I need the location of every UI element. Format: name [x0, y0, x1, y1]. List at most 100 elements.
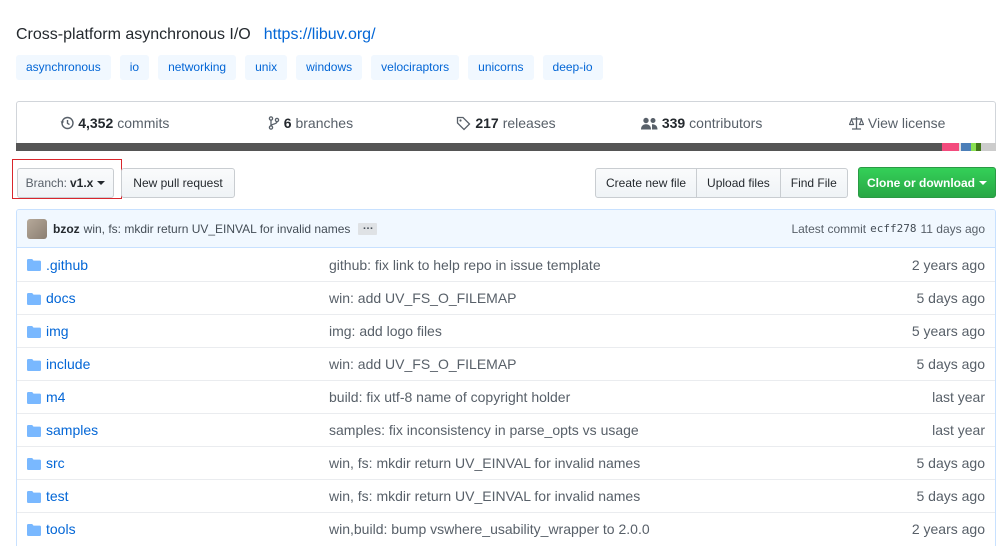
folder-icon	[27, 391, 41, 407]
clone-or-download-button[interactable]: Clone or download	[858, 167, 996, 198]
file-row: include win: add UV_FS_O_FILEMAP 5 days ag…	[17, 347, 995, 380]
branches-link[interactable]: 6 branches	[213, 115, 409, 131]
file-name-link[interactable]: include	[46, 356, 90, 372]
folder-icon	[27, 258, 41, 274]
file-commit-message[interactable]: build: fix utf-8 name of copyright holde…	[329, 389, 570, 405]
folder-icon	[27, 490, 41, 506]
contributors-label: contributors	[689, 115, 763, 131]
language-bar-segment[interactable]	[942, 143, 959, 151]
file-name-link[interactable]: m4	[46, 389, 65, 405]
file-row: docs win: add UV_FS_O_FILEMAP 5 days ago	[17, 281, 995, 314]
file-commit-message[interactable]: samples: fix inconsistency in parse_opts…	[329, 422, 639, 438]
commit-message[interactable]: win, fs: mkdir return UV_EINVAL for inva…	[84, 222, 351, 236]
contributors-count: 339	[661, 115, 686, 131]
file-age: 5 days ago	[916, 488, 986, 504]
latest-commit-label: Latest commit	[791, 221, 867, 236]
file-age: 2 years ago	[911, 256, 985, 273]
find-file-button[interactable]: Find File	[779, 168, 848, 198]
folder-icon	[27, 358, 41, 374]
license-link[interactable]: View license	[799, 115, 995, 131]
law-icon	[848, 117, 864, 130]
branches-label: branches	[295, 115, 354, 131]
file-name-link[interactable]: samples	[46, 422, 98, 438]
branch-icon	[268, 116, 279, 130]
commits-link[interactable]: 4,352 commits	[17, 115, 213, 131]
folder-icon	[27, 292, 41, 308]
file-age: 2 years ago	[911, 521, 985, 537]
file-row: tools win,build: bump vswhere_usability_w…	[17, 512, 995, 545]
file-row: img img: add logo files 5 years ago	[17, 314, 995, 347]
create-new-file-button[interactable]: Create new file	[595, 168, 698, 198]
file-rows: .github github: fix link to help repo in …	[17, 248, 995, 545]
repo-homepage-link[interactable]: https://libuv.org/	[264, 26, 376, 44]
file-age: last year	[932, 422, 985, 438]
branch-prefix: Branch:	[25, 176, 67, 190]
latest-commit-bar: bzoz win, fs: mkdir return UV_EINVAL for…	[17, 210, 995, 248]
topic-tag[interactable]: io	[119, 55, 150, 80]
file-list: bzoz win, fs: mkdir return UV_EINVAL for…	[16, 209, 996, 546]
file-commit-message[interactable]: win: add UV_FS_O_FILEMAP	[329, 290, 517, 306]
topic-tag[interactable]: asynchronous	[16, 55, 111, 80]
repo-summary: 4,352 commits 6 branches 217 releases 33…	[16, 101, 996, 151]
folder-icon	[27, 325, 41, 341]
file-commit-message[interactable]: win, fs: mkdir return UV_EINVAL for inva…	[329, 488, 640, 504]
file-commit-message[interactable]: win: add UV_FS_O_FILEMAP	[329, 356, 517, 372]
language-bar-segment[interactable]	[16, 143, 943, 151]
file-name-link[interactable]: img	[46, 323, 69, 339]
branch-name: v1.x	[70, 176, 94, 190]
topic-tag[interactable]: networking	[158, 55, 237, 80]
file-age: 5 days ago	[916, 356, 986, 372]
commit-age: 11 days ago	[920, 221, 986, 236]
repo-description: Cross-platform asynchronous I/O	[16, 26, 251, 43]
file-row: samples samples: fix inconsistency in par…	[17, 413, 995, 446]
file-row: m4 build: fix utf-8 name of copyright hol…	[17, 380, 995, 413]
clone-label: Clone or download	[867, 175, 975, 190]
commit-sha[interactable]: ecff278	[870, 222, 916, 235]
tag-icon	[457, 116, 471, 130]
contributors-link[interactable]: 339 contributors	[604, 115, 800, 131]
file-age: 5 days ago	[916, 455, 986, 471]
branch-select-button[interactable]: Branch: v1.x	[17, 168, 114, 198]
file-commit-message[interactable]: win,build: bump vswhere_usability_wrappe…	[329, 521, 650, 537]
file-age: last year	[932, 389, 985, 405]
branches-count: 6	[283, 115, 292, 131]
file-commit-message[interactable]: github: fix link to help repo in issue t…	[329, 257, 601, 273]
file-commit-message[interactable]: win, fs: mkdir return UV_EINVAL for inva…	[329, 455, 640, 471]
file-name-link[interactable]: tools	[46, 521, 76, 537]
avatar[interactable]	[27, 218, 47, 239]
topic-tag[interactable]: windows	[296, 55, 363, 80]
topic-tag[interactable]: deep-io	[542, 55, 603, 80]
topic-tag[interactable]: unicorns	[468, 55, 534, 80]
language-bar-segment[interactable]	[981, 143, 996, 151]
folder-icon	[27, 424, 41, 440]
repo-description-bar: Cross-platform asynchronous I/O https://…	[16, 24, 376, 46]
commits-count: 4,352	[78, 115, 114, 131]
license-label: View license	[867, 115, 946, 131]
file-age: 5 years ago	[911, 323, 985, 339]
new-pull-request-button[interactable]: New pull request	[121, 168, 235, 198]
language-bar-segment[interactable]	[960, 143, 971, 151]
releases-count: 217	[475, 115, 499, 131]
upload-files-button[interactable]: Upload files	[696, 168, 781, 198]
language-bar[interactable]	[16, 143, 996, 151]
file-row: src win, fs: mkdir return UV_EINVAL for i…	[17, 446, 995, 479]
latest-commit-meta: Latest commit ecff278 11 days ago	[791, 222, 985, 236]
people-icon	[640, 117, 658, 129]
topic-tag[interactable]: velociraptors	[371, 55, 460, 80]
commit-author[interactable]: bzoz	[53, 222, 80, 236]
file-commit-message[interactable]: img: add logo files	[329, 323, 442, 339]
releases-label: releases	[502, 115, 556, 131]
releases-link[interactable]: 217 releases	[408, 115, 604, 131]
topic-list: asynchronous io networking unix windows …	[16, 55, 612, 80]
file-row: test win, fs: mkdir return UV_EINVAL for …	[17, 479, 995, 512]
expand-commit-button[interactable]: …	[358, 220, 378, 235]
topic-tag[interactable]: unix	[245, 55, 288, 80]
file-name-link[interactable]: test	[46, 488, 69, 504]
file-name-link[interactable]: src	[46, 455, 65, 471]
file-row: .github github: fix link to help repo in …	[17, 248, 995, 281]
caret-down-icon	[979, 180, 987, 185]
file-name-link[interactable]: .github	[46, 257, 88, 273]
file-name-link[interactable]: docs	[46, 290, 76, 306]
folder-icon	[27, 457, 41, 473]
file-actions-group: Create new file Upload files Find File	[595, 168, 848, 198]
